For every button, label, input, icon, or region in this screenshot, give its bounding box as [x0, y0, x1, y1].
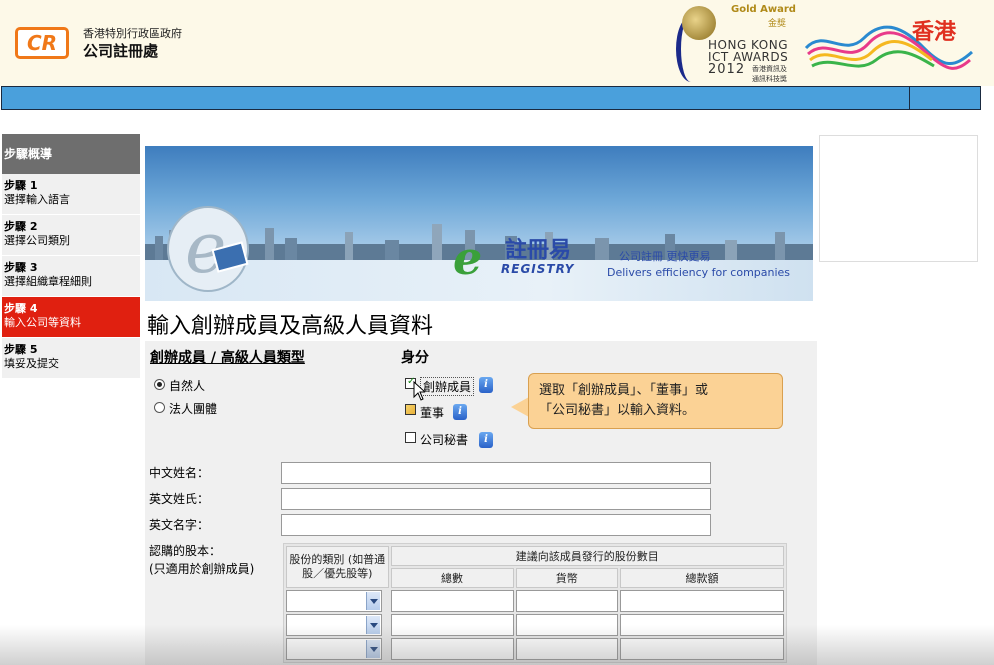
english-given-name-input[interactable] [281, 514, 711, 536]
info-icon[interactable]: i [453, 404, 467, 420]
ict-award-logo: Gold Award 金獎 HONG KONG ICT AWARDS 2012 … [676, 2, 796, 84]
total-number-input[interactable] [390, 614, 514, 636]
total-amount-input[interactable] [620, 638, 784, 660]
award-globe-icon [682, 6, 716, 40]
info-icon[interactable]: i [479, 377, 493, 393]
government-name: 香港特別行政區政府 [83, 27, 182, 40]
share-class-header: 股份的類別 (如普通股／優先股等) [286, 546, 389, 588]
total-number-input[interactable] [390, 638, 514, 660]
english-surname-label: 英文姓氏： [149, 492, 210, 506]
table-row [286, 590, 784, 612]
tooltip-line-2: 「公司秘書」以輸入資料。 [539, 403, 696, 418]
corporate-body-label: 法人團體 [169, 402, 218, 416]
site-header: CR 香港特別行政區政府 公司註冊處 Gold Award 金獎 HONG KO… [0, 0, 994, 86]
company-secretary-label: 公司秘書 [420, 433, 469, 447]
chevron-down-icon[interactable] [366, 592, 380, 610]
sidebar-item-step-2[interactable]: 步驟 2 選擇公司類別 [2, 215, 140, 256]
share-capital-label: 認購的股本： [149, 544, 222, 558]
step-number: 步驟 3 [4, 261, 38, 274]
e-registry-banner: e e 註冊易 REGISTRY 公司註冊 更快更易 Delivers effi… [145, 136, 813, 301]
checkbox-company-secretary[interactable] [405, 432, 416, 443]
radio-natural-person[interactable] [154, 379, 165, 390]
tooltip-line-1: 選取「創辦成員」、「董事」或 [539, 383, 709, 398]
tooltip-pointer [511, 397, 529, 417]
currency-input[interactable] [515, 638, 618, 660]
sidebar-title: 步驟概導 [2, 134, 140, 174]
chinese-name-label: 中文姓名： [149, 466, 210, 480]
total-number-input[interactable] [390, 590, 514, 612]
table-row [286, 638, 784, 660]
mouse-cursor-icon [413, 381, 425, 401]
natural-person-label: 自然人 [169, 379, 206, 393]
banner-tagline-cn: 公司註冊 更快更易 [619, 250, 711, 263]
step-number: 步驟 4 [4, 302, 38, 315]
english-surname-input[interactable] [281, 488, 711, 510]
companies-registry-logo[interactable]: CR [15, 27, 69, 59]
step-label: 選擇組織章程細則 [4, 275, 92, 288]
type-heading: 創辦成員 / 高級人員類型 [150, 350, 305, 366]
brand-hong-kong-logo: 香港 [804, 8, 974, 78]
step-number: 步驟 2 [4, 220, 38, 233]
currency-input[interactable] [515, 590, 618, 612]
chevron-down-icon[interactable] [366, 616, 380, 634]
english-given-name-label: 英文名字： [149, 518, 210, 532]
currency-input[interactable] [515, 614, 618, 636]
director-label: 董事 [420, 406, 445, 420]
award-cn-line2: 通訊科技獎 [752, 75, 787, 83]
organisation-name: 公司註冊處 [83, 42, 159, 60]
share-capital-note: (只適用於創辦成員) [149, 562, 255, 576]
step-number: 步驟 1 [4, 179, 38, 192]
side-panel [819, 135, 978, 262]
founder-member-label[interactable]: 創辦成員 [420, 377, 475, 396]
step-number: 步驟 5 [4, 343, 38, 356]
checkbox-director[interactable] [405, 404, 416, 415]
navigation-bar [1, 86, 981, 110]
chinese-name-input[interactable] [281, 462, 711, 484]
table-row [286, 614, 784, 636]
share-capital-table: 股份的類別 (如普通股／優先股等) 建議向該成員發行的股份數目 總數 貨幣 總款… [283, 543, 787, 663]
step-label: 輸入公司等資料 [4, 316, 81, 329]
share-class-select[interactable] [286, 590, 382, 612]
banner-tagline-en: Delivers efficiency for companies [607, 266, 791, 279]
member-officer-form: 創辦成員 / 高級人員類型 身分 自然人 法人團體 創辦成員 i 董事 i 公司… [145, 341, 817, 665]
page-title: 輸入創辦成員及高級人員資料 [147, 314, 434, 339]
radio-corporate-body[interactable] [154, 402, 165, 413]
sidebar-item-step-4[interactable]: 步驟 4 輸入公司等資料 [2, 297, 140, 338]
sidebar-item-step-1[interactable]: 步驟 1 選擇輸入語言 [2, 174, 140, 215]
role-heading: 身分 [401, 350, 429, 366]
navigation-bar-divider [909, 87, 910, 109]
total-amount-input[interactable] [620, 590, 784, 612]
sidebar-item-step-5[interactable]: 步驟 5 填妥及提交 [2, 338, 140, 379]
sidebar-item-step-3[interactable]: 步驟 3 選擇組織章程細則 [2, 256, 140, 297]
registry-chinese-title: 註冊易 [505, 238, 572, 263]
chevron-down-icon[interactable] [366, 640, 380, 658]
share-class-select[interactable] [286, 638, 382, 660]
step-label: 填妥及提交 [4, 357, 59, 370]
role-hint-tooltip: 選取「創辦成員」、「董事」或 「公司秘書」以輸入資料。 [528, 373, 783, 429]
step-label: 選擇輸入語言 [4, 193, 70, 206]
svg-text:e: e [453, 232, 482, 282]
total-amount-input[interactable] [620, 614, 784, 636]
proposed-shares-header: 建議向該成員發行的股份數目 [390, 546, 784, 566]
award-gold-cn-label: 金獎 [768, 19, 787, 29]
registry-english-title: REGISTRY [501, 262, 575, 276]
currency-header: 貨幣 [515, 568, 618, 588]
brand-hong-kong-text: 香港 [912, 20, 957, 45]
total-number-header: 總數 [390, 568, 514, 588]
award-year: 2012 [708, 62, 746, 77]
award-cn-line1: 香港資訊及 [752, 65, 787, 73]
step-label: 選擇公司類別 [4, 234, 70, 247]
e-registry-emblem-icon: e [167, 206, 249, 292]
award-gold-label: Gold Award [731, 4, 796, 15]
info-icon[interactable]: i [479, 432, 493, 448]
total-amount-header: 總款額 [620, 568, 784, 588]
steps-sidebar: 步驟概導 步驟 1 選擇輸入語言 步驟 2 選擇公司類別 步驟 3 選擇組織章程… [2, 134, 140, 379]
share-class-select[interactable] [286, 614, 382, 636]
